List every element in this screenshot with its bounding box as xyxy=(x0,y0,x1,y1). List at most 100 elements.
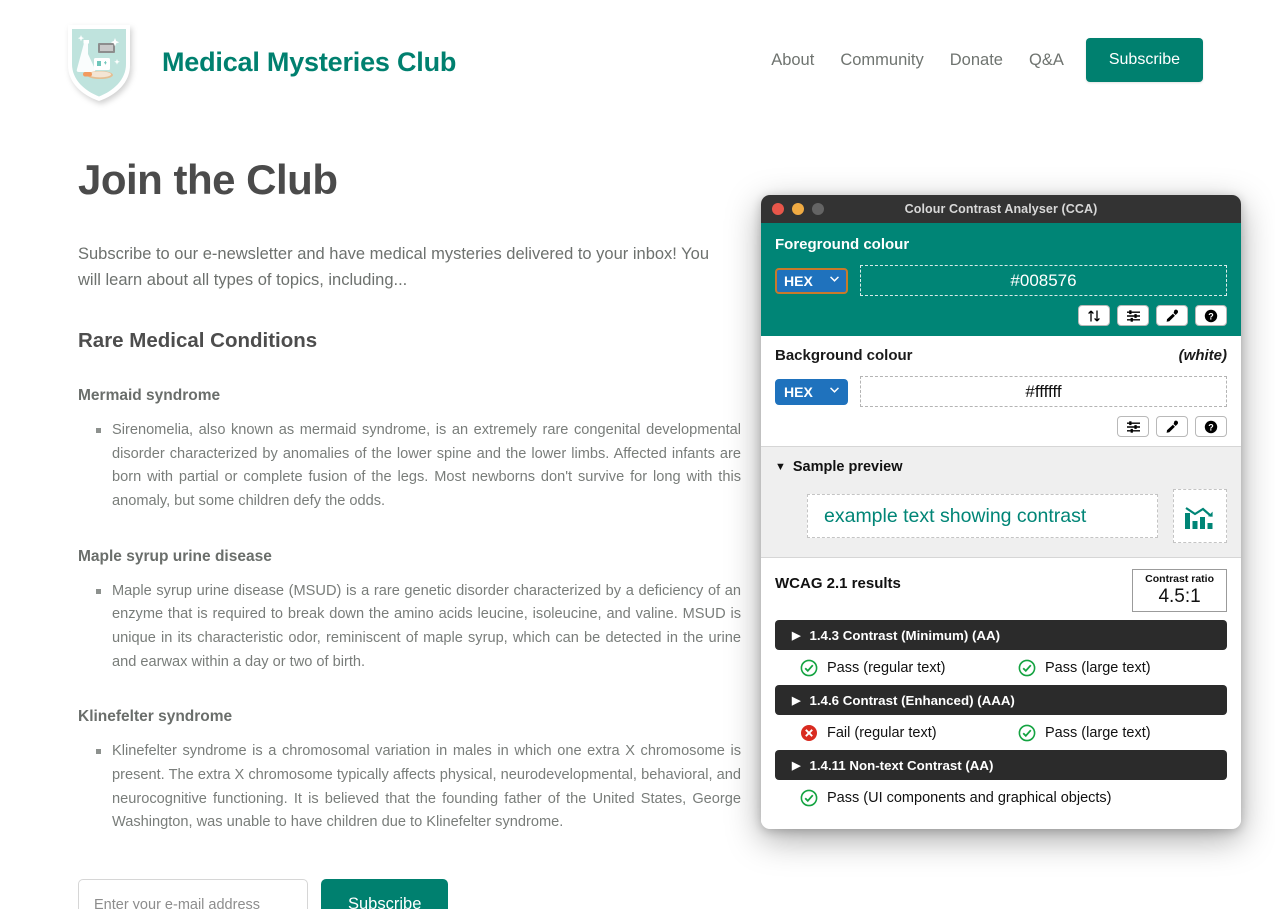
caret-right-icon: ▶ xyxy=(792,629,801,642)
nav-subscribe-button[interactable]: Subscribe xyxy=(1085,38,1203,82)
list-item: Maple syrup urine disease (MSUD) is a ra… xyxy=(96,580,741,675)
help-button[interactable]: ? xyxy=(1195,305,1227,326)
site-header: Medical Mysteries Club About Community D… xyxy=(0,0,1275,124)
colour-sliders-button[interactable] xyxy=(1117,416,1149,437)
colour-sliders-button[interactable] xyxy=(1117,305,1149,326)
cca-window-title: Colour Contrast Analyser (CCA) xyxy=(904,202,1098,216)
svg-text:?: ? xyxy=(1208,311,1214,321)
criterion-label: 1.4.3 Contrast (Minimum) (AA) xyxy=(809,627,1001,643)
swap-colours-button[interactable] xyxy=(1078,305,1110,326)
result-text: Pass (UI components and graphical object… xyxy=(827,790,1112,807)
caret-right-icon: ▶ xyxy=(792,694,801,707)
foreground-format-select[interactable]: HEX xyxy=(775,267,848,294)
foreground-actions: ? xyxy=(775,305,1227,326)
wcag-results-panel: WCAG 2.1 results Contrast ratio 4.5:1 ▶ … xyxy=(761,558,1241,824)
background-label: Background colour xyxy=(775,347,913,364)
pass-check-icon xyxy=(1018,659,1036,677)
condition-list: Sirenomelia, also known as mermaid syndr… xyxy=(78,419,760,514)
question-mark-icon: ? xyxy=(1204,420,1218,433)
nav-about[interactable]: About xyxy=(771,51,814,70)
main-content: Join the Club Subscribe to our e-newslet… xyxy=(0,124,760,909)
email-field[interactable] xyxy=(78,878,308,909)
criterion-1.4.3-results: Pass (regular text) Pass (large text) xyxy=(775,659,1227,677)
result-text: Fail (regular text) xyxy=(827,725,937,742)
result-ui-components: Pass (UI components and graphical object… xyxy=(800,789,1112,807)
minimize-window-button[interactable] xyxy=(792,203,804,215)
condition-title: Klinefelter syndrome xyxy=(78,708,233,726)
main-nav: About Community Donate Q&A Subscribe xyxy=(771,38,1203,82)
sample-preview-panel: ▼ Sample preview example text showing co… xyxy=(761,447,1241,558)
result-large-text: Pass (large text) xyxy=(1018,724,1151,742)
sample-graphic xyxy=(1173,489,1227,543)
list-item: Klinefelter syndrome is a chromosomal va… xyxy=(96,740,741,835)
up-down-arrows-icon xyxy=(1088,310,1100,321)
background-colour-value[interactable]: #ffffff xyxy=(860,376,1227,407)
background-colour-note: (white) xyxy=(1178,347,1227,364)
foreground-format-select-wrap: HEX xyxy=(775,267,848,294)
nav-community[interactable]: Community xyxy=(840,51,923,70)
contrast-ratio-box: Contrast ratio 4.5:1 xyxy=(1132,569,1227,613)
caret-down-icon: ▼ xyxy=(775,461,786,473)
criterion-label: 1.4.6 Contrast (Enhanced) (AAA) xyxy=(809,692,1015,708)
help-button[interactable]: ? xyxy=(1195,416,1227,437)
window-controls xyxy=(772,203,824,215)
criterion-1.4.6-results: Fail (regular text) Pass (large text) xyxy=(775,724,1227,742)
intro-paragraph: Subscribe to our e-newsletter and have m… xyxy=(78,245,710,289)
subscribe-button[interactable]: Subscribe xyxy=(321,878,449,909)
wcag-results-title: WCAG 2.1 results xyxy=(775,575,901,592)
background-format-select[interactable]: HEX xyxy=(775,378,848,405)
brand[interactable]: Medical Mysteries Club xyxy=(64,19,456,105)
sample-preview-title: Sample preview xyxy=(792,459,903,475)
cca-window: Colour Contrast Analyser (CCA) Foregroun… xyxy=(761,195,1241,829)
subscribe-form: Subscribe xyxy=(78,878,760,909)
sample-text: example text showing contrast xyxy=(807,494,1158,538)
criterion-label: 1.4.11 Non-text Contrast (AA) xyxy=(809,757,994,773)
background-format-select-wrap: HEX xyxy=(775,378,848,405)
criterion-1.4.3-header[interactable]: ▶ 1.4.3 Contrast (Minimum) (AA) xyxy=(775,620,1227,651)
svg-text:?: ? xyxy=(1208,422,1214,432)
criterion-1.4.11-results: Pass (UI components and graphical object… xyxy=(775,789,1227,807)
result-regular-text: Pass (regular text) xyxy=(800,659,1018,677)
eyedropper-icon xyxy=(1166,309,1179,322)
background-panel: Background colour (white) HEX #ffffff ? xyxy=(761,336,1241,447)
close-window-button[interactable] xyxy=(772,203,784,215)
sliders-icon xyxy=(1126,309,1140,322)
condition-list: Klinefelter syndrome is a chromosomal va… xyxy=(78,740,760,835)
cca-titlebar[interactable]: Colour Contrast Analyser (CCA) xyxy=(761,195,1241,223)
condition-title: Maple syrup urine disease xyxy=(78,547,272,565)
question-mark-icon: ? xyxy=(1204,309,1218,322)
eyedropper-button[interactable] xyxy=(1156,305,1188,326)
pass-check-icon xyxy=(1018,724,1036,742)
nav-donate[interactable]: Donate xyxy=(950,51,1003,70)
criterion-1.4.11-header[interactable]: ▶ 1.4.11 Non-text Contrast (AA) xyxy=(775,750,1227,781)
fail-cross-icon xyxy=(800,724,818,742)
nav-qa[interactable]: Q&A xyxy=(1029,51,1064,70)
result-text: Pass (large text) xyxy=(1045,660,1151,677)
bar-chart-declining-icon xyxy=(1185,507,1213,529)
result-regular-text: Fail (regular text) xyxy=(800,724,1018,742)
foreground-label: Foreground colour xyxy=(775,236,910,253)
result-large-text: Pass (large text) xyxy=(1018,659,1151,677)
background-actions: ? xyxy=(775,416,1227,437)
shield-lab-badge-icon xyxy=(64,19,134,105)
eyedropper-button[interactable] xyxy=(1156,416,1188,437)
result-text: Pass (large text) xyxy=(1045,725,1151,742)
condition-title: Mermaid syndrome xyxy=(78,387,221,405)
caret-right-icon: ▶ xyxy=(792,759,801,772)
contrast-ratio-value: 4.5:1 xyxy=(1158,585,1201,607)
condition-list: Maple syrup urine disease (MSUD) is a ra… xyxy=(78,580,760,675)
pass-check-icon xyxy=(800,659,818,677)
zoom-window-button[interactable] xyxy=(812,203,824,215)
brand-name: Medical Mysteries Club xyxy=(162,46,457,77)
result-text: Pass (regular text) xyxy=(827,660,946,677)
foreground-colour-value[interactable]: #008576 xyxy=(860,265,1227,296)
page-root: Medical Mysteries Club About Community D… xyxy=(0,0,1275,909)
section-title: Rare Medical Conditions xyxy=(78,329,318,353)
eyedropper-icon xyxy=(1166,420,1179,433)
sliders-icon xyxy=(1126,420,1140,433)
foreground-panel: Foreground colour HEX #008576 ? xyxy=(761,223,1241,336)
list-item: Sirenomelia, also known as mermaid syndr… xyxy=(96,419,741,514)
sample-preview-toggle[interactable]: ▼ Sample preview xyxy=(775,459,1227,475)
criterion-1.4.6-header[interactable]: ▶ 1.4.6 Contrast (Enhanced) (AAA) xyxy=(775,685,1227,716)
page-title: Join the Club xyxy=(78,156,338,203)
